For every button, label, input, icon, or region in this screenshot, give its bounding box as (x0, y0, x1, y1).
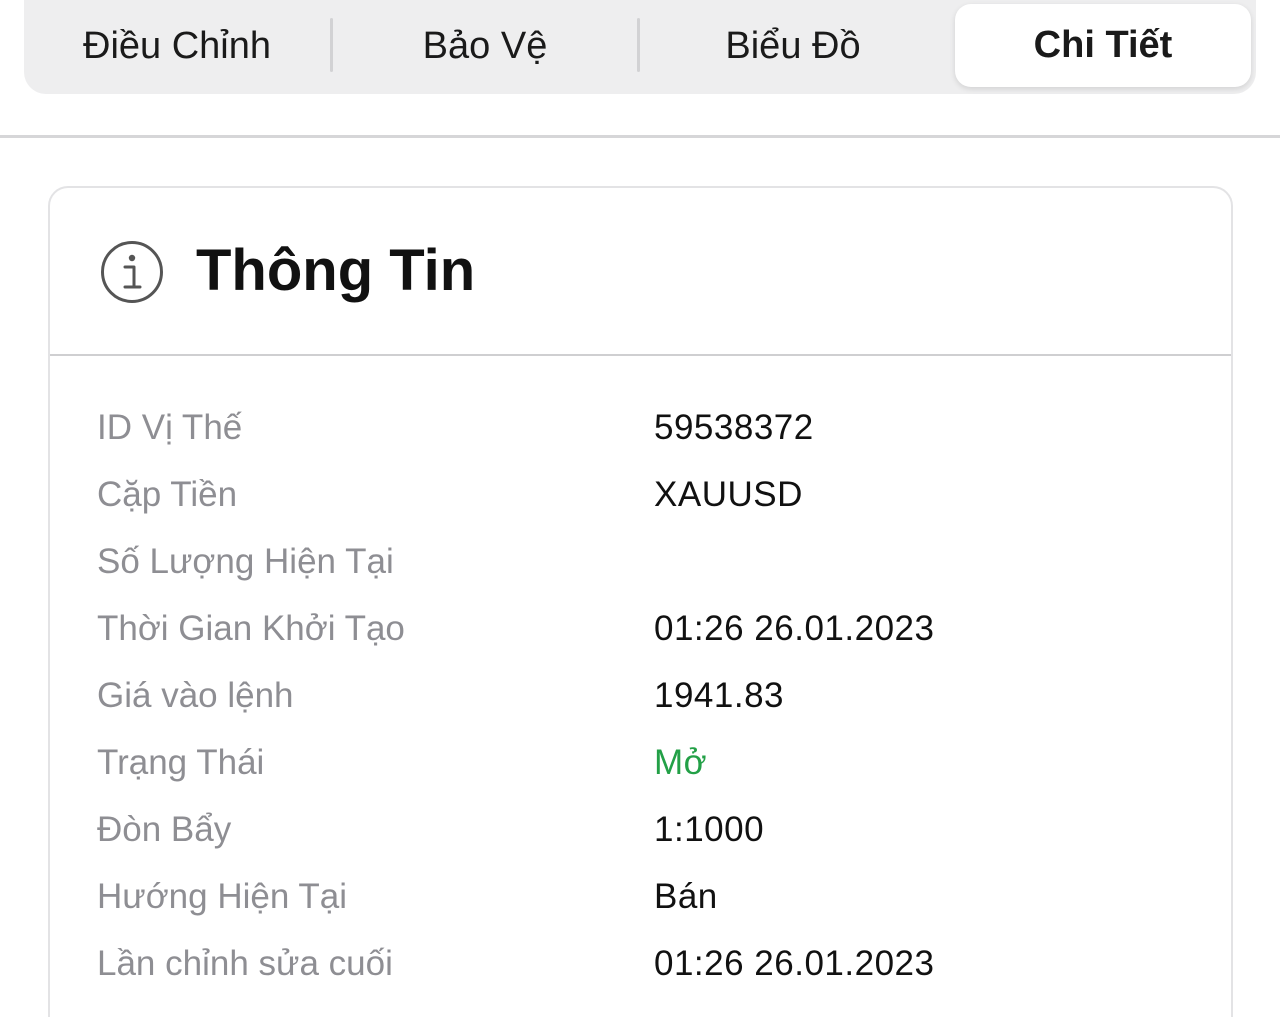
status-value: Mở (654, 743, 708, 782)
tab-dieu-chinh[interactable]: Điều Chỉnh (24, 0, 330, 90)
info-card: Thông Tin ID Vị Thế 59538372 Cặp Tiền XA… (48, 186, 1233, 1017)
detail-row-status: Trạng Thái Mở (50, 729, 1231, 796)
page: Điều Chỉnh Bảo Vệ Biểu Đồ Chi Tiết Thông… (0, 0, 1280, 1017)
details-list: ID Vị Thế 59538372 Cặp Tiền XAUUSD Số Lư… (50, 394, 1231, 997)
detail-label: Lần chỉnh sửa cuối (97, 944, 393, 983)
detail-label: Hướng Hiện Tại (97, 877, 348, 916)
tab-chi-tiet[interactable]: Chi Tiết (955, 4, 1251, 87)
detail-label: Thời Gian Khởi Tạo (97, 609, 405, 648)
detail-value: 59538372 (654, 408, 814, 447)
detail-label: ID Vị Thế (97, 408, 243, 447)
detail-row-open-time: Thời Gian Khởi Tạo 01:26 26.01.2023 (50, 595, 1231, 662)
detail-label: Giá vào lệnh (97, 676, 294, 715)
info-circle-icon (101, 241, 163, 303)
detail-value: 01:26 26.01.2023 (654, 609, 935, 648)
detail-row-current-volume: Số Lượng Hiện Tại (50, 528, 1231, 595)
detail-label: Số Lượng Hiện Tại (97, 542, 394, 581)
detail-value: Bán (654, 877, 718, 916)
segmented-tab-bar: Điều Chỉnh Bảo Vệ Biểu Đồ Chi Tiết (24, 0, 1256, 94)
detail-row-last-modified: Lần chỉnh sửa cuối 01:26 26.01.2023 (50, 930, 1231, 997)
detail-value: 01:26 26.01.2023 (654, 944, 935, 983)
detail-value: 1941.83 (654, 676, 785, 715)
tab-bieu-do[interactable]: Biểu Đồ (640, 0, 946, 90)
card-title: Thông Tin (196, 238, 476, 303)
divider (0, 135, 1280, 138)
detail-row-leverage: Đòn Bẩy 1:1000 (50, 796, 1231, 863)
detail-row-symbol: Cặp Tiền XAUUSD (50, 461, 1231, 528)
detail-row-entry-price: Giá vào lệnh 1941.83 (50, 662, 1231, 729)
detail-row-direction: Hướng Hiện Tại Bán (50, 863, 1231, 930)
detail-row-position-id: ID Vị Thế 59538372 (50, 394, 1231, 461)
card-header: Thông Tin (50, 188, 1231, 356)
detail-value: XAUUSD (654, 475, 803, 514)
tab-bao-ve[interactable]: Bảo Vệ (332, 0, 638, 90)
detail-value: 1:1000 (654, 810, 765, 849)
detail-label: Đòn Bẩy (97, 810, 232, 849)
detail-label: Cặp Tiền (97, 475, 238, 514)
detail-label: Trạng Thái (97, 743, 265, 782)
